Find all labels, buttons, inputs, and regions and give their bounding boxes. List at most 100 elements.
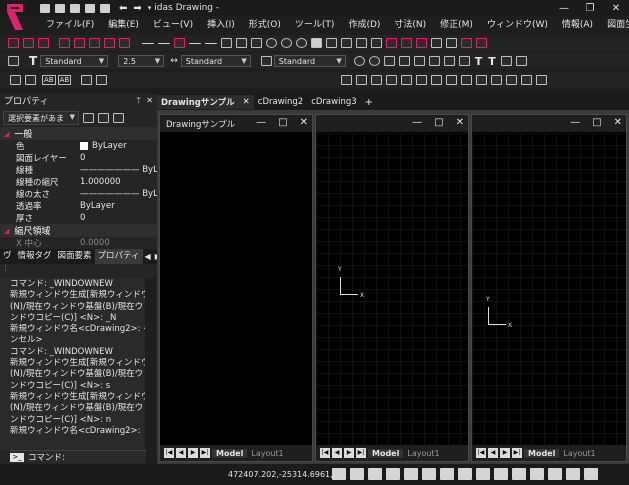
section-general[interactable]: ◢ 一般 [0, 127, 157, 140]
tab-close-icon[interactable]: ✕ [243, 97, 250, 107]
snap-icon[interactable] [74, 38, 85, 48]
doc-tab-cdrawing2[interactable]: cDrawing2 [254, 95, 307, 109]
grid-mode-icon[interactable] [350, 468, 364, 480]
print-icon[interactable] [100, 3, 110, 13]
minimize-button[interactable]: — [551, 0, 577, 16]
drawing-canvas[interactable]: XY [472, 133, 626, 445]
command-input[interactable]: >_ コマンド: [10, 450, 146, 463]
window-header[interactable]: — □ ✕ [316, 115, 468, 132]
prop-row-thickness[interactable]: 厚さ 0 [0, 212, 157, 224]
quick-props-icon[interactable] [512, 468, 526, 480]
section-scale-area[interactable]: ◢ 縮尺領域 [0, 224, 157, 237]
circle-icon[interactable] [281, 38, 292, 48]
first-layout-icon[interactable]: |◀ [320, 448, 330, 458]
leader-icon[interactable] [413, 56, 425, 66]
view-icon[interactable] [536, 75, 548, 85]
menu-info[interactable]: 情報(A) [556, 17, 601, 30]
region-icon[interactable] [341, 38, 352, 48]
snap-icon[interactable] [8, 38, 19, 48]
osnap-mode-icon[interactable] [404, 468, 418, 480]
maximize-icon[interactable]: □ [278, 117, 287, 128]
customize-icon[interactable] [584, 468, 598, 480]
mtext-icon[interactable] [398, 56, 410, 66]
view-icon[interactable] [506, 75, 518, 85]
drawing-canvas[interactable]: XY [316, 133, 468, 445]
polyline-icon[interactable] [205, 42, 217, 44]
menu-edit[interactable]: 編集(E) [102, 17, 147, 30]
text-height-select[interactable]: 2.5 ▼ [118, 55, 165, 67]
otrack-mode-icon[interactable] [422, 468, 436, 480]
attr-edit-icon[interactable]: AB [57, 75, 72, 85]
layer-icon[interactable] [8, 56, 19, 66]
pin-icon[interactable]: ᛘ [136, 96, 141, 105]
view-icon[interactable] [416, 75, 428, 85]
table-icon[interactable] [458, 56, 470, 66]
drawing-window-3[interactable]: — □ ✕ XY |◀ ◀ ▶ ▶| Model Layout1 [471, 114, 627, 462]
tab-info-tag[interactable]: 情報タグ [15, 249, 55, 264]
array-icon[interactable] [446, 38, 457, 48]
fill-icon[interactable] [311, 38, 322, 48]
center-mark-icon[interactable] [443, 56, 455, 66]
open-folder-icon[interactable] [55, 3, 65, 13]
view-icon[interactable] [401, 75, 413, 85]
prop-row-transparency[interactable]: 透過率 ByLayer [0, 200, 157, 212]
tab-elements[interactable]: 図面要素 [55, 249, 95, 264]
prop-row-x-center[interactable]: X 中心 0.0000 [0, 237, 157, 249]
quick-select-icon[interactable] [83, 113, 94, 123]
xline-icon[interactable] [158, 42, 170, 44]
layout1-tab[interactable]: Layout1 [403, 449, 443, 458]
select-objects-icon[interactable] [113, 113, 124, 123]
text-icon[interactable]: T [475, 55, 483, 68]
new-file-icon[interactable] [40, 3, 50, 13]
model-tab[interactable]: Model [524, 448, 560, 458]
snap-icon[interactable] [104, 38, 115, 48]
menu-window[interactable]: ウィンドウ(W) [481, 17, 556, 30]
drawing-window-1[interactable]: Drawingサンプル — □ ✕ |◀ ◀ ▶ ▶| Model Layout1 [159, 114, 313, 462]
last-layout-icon[interactable]: ▶| [512, 448, 522, 458]
polygon-icon[interactable] [236, 38, 247, 48]
ray-icon[interactable] [189, 42, 201, 44]
menu-drawing-gen[interactable]: 図面生成 [601, 17, 629, 30]
window-header[interactable]: — □ ✕ [472, 115, 626, 132]
menu-tools[interactable]: ツール(T) [289, 17, 343, 30]
insert-icon[interactable] [371, 38, 382, 48]
mirror-icon[interactable] [416, 38, 427, 48]
panel-scroll-icon[interactable]: ⋮ [2, 264, 9, 272]
copy-icon[interactable] [401, 38, 412, 48]
attribute-icon[interactable] [386, 38, 397, 48]
prev-layout-icon[interactable]: ◀ [176, 448, 186, 458]
menu-view[interactable]: ビュー(V) [147, 17, 201, 30]
last-layout-icon[interactable]: ▶| [356, 448, 366, 458]
tab-properties[interactable]: プロパティ [94, 249, 143, 264]
transparency-icon[interactable] [494, 468, 508, 480]
add-tab-icon[interactable]: + [361, 95, 377, 109]
view-icon[interactable] [356, 75, 368, 85]
table-style-select[interactable]: Standard ▼ [273, 55, 346, 67]
view-icon[interactable] [446, 75, 458, 85]
save-icon[interactable] [70, 3, 80, 13]
ortho-mode-icon[interactable] [368, 468, 382, 480]
command-scrollbar[interactable] [145, 278, 157, 464]
menu-draw[interactable]: 作成(D) [342, 17, 388, 30]
donut-icon[interactable] [353, 56, 365, 66]
view-icon[interactable] [386, 75, 398, 85]
view-icon[interactable] [476, 75, 488, 85]
move-icon[interactable] [461, 38, 472, 48]
maximize-icon[interactable]: □ [434, 117, 443, 128]
redo-icon[interactable]: ➡ [133, 3, 141, 14]
prop-row-color[interactable]: 色 ByLayer [0, 140, 157, 152]
layout1-tab[interactable]: Layout1 [559, 449, 599, 458]
dim-style-select[interactable]: Standard ▼ [180, 55, 251, 67]
rotate-icon[interactable] [476, 38, 487, 48]
arc-icon[interactable] [266, 38, 277, 48]
panel-close-icon[interactable]: ✕ [146, 96, 153, 105]
view-icon[interactable] [371, 75, 383, 85]
ducs-icon[interactable] [440, 468, 454, 480]
text-edit-icon[interactable]: T [488, 55, 496, 68]
next-layout-icon[interactable]: ▶ [188, 448, 198, 458]
view-icon[interactable] [431, 75, 443, 85]
close-button[interactable]: ✕ [603, 0, 629, 16]
model-tab[interactable]: Model [368, 448, 404, 458]
undo-icon[interactable]: ⬅ [119, 3, 127, 14]
snap-mode-icon[interactable] [332, 468, 346, 480]
